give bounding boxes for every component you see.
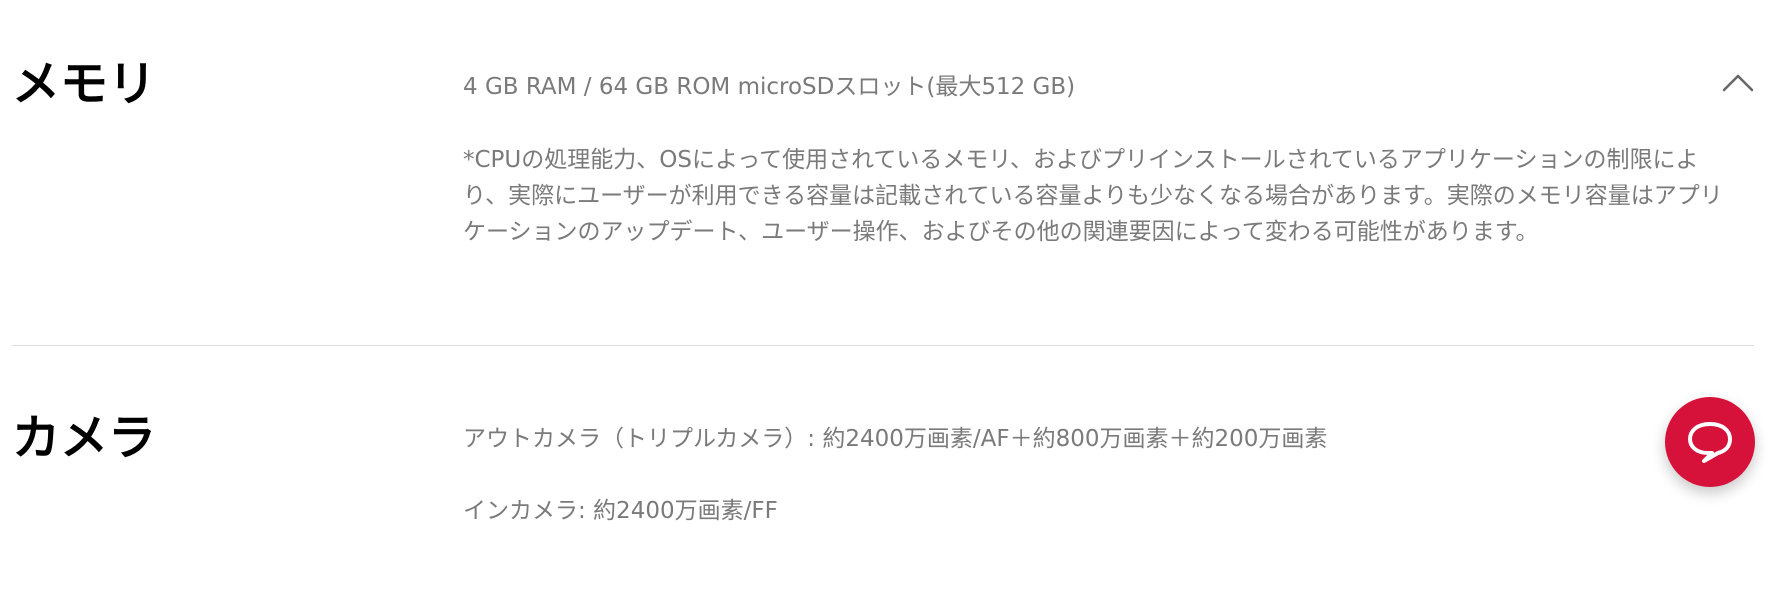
chevron-up-icon xyxy=(1722,74,1754,92)
memory-section-title: メモリ xyxy=(12,56,157,112)
memory-spec: 4 GB RAM / 64 GB ROM microSDスロット(最大512 G… xyxy=(463,74,1076,100)
memory-collapse-toggle[interactable] xyxy=(1720,70,1756,94)
camera-section-title: カメラ xyxy=(12,410,157,466)
camera-front-spec: インカメラ: 約2400万画素/FF xyxy=(463,498,778,524)
memory-note: *CPUの処理能力、OSによって使用されているメモリ、およびプリインストールされ… xyxy=(463,147,1723,245)
section-divider xyxy=(12,345,1754,346)
spec-page: メモリ 4 GB RAM / 64 GB ROM microSDスロット(最大5… xyxy=(0,0,1772,589)
chat-button[interactable] xyxy=(1665,397,1755,487)
chat-bubble-icon xyxy=(1688,422,1732,463)
camera-rear-spec: アウトカメラ（トリプルカメラ）: 約2400万画素/AF＋約800万画素＋約20… xyxy=(463,426,1328,452)
